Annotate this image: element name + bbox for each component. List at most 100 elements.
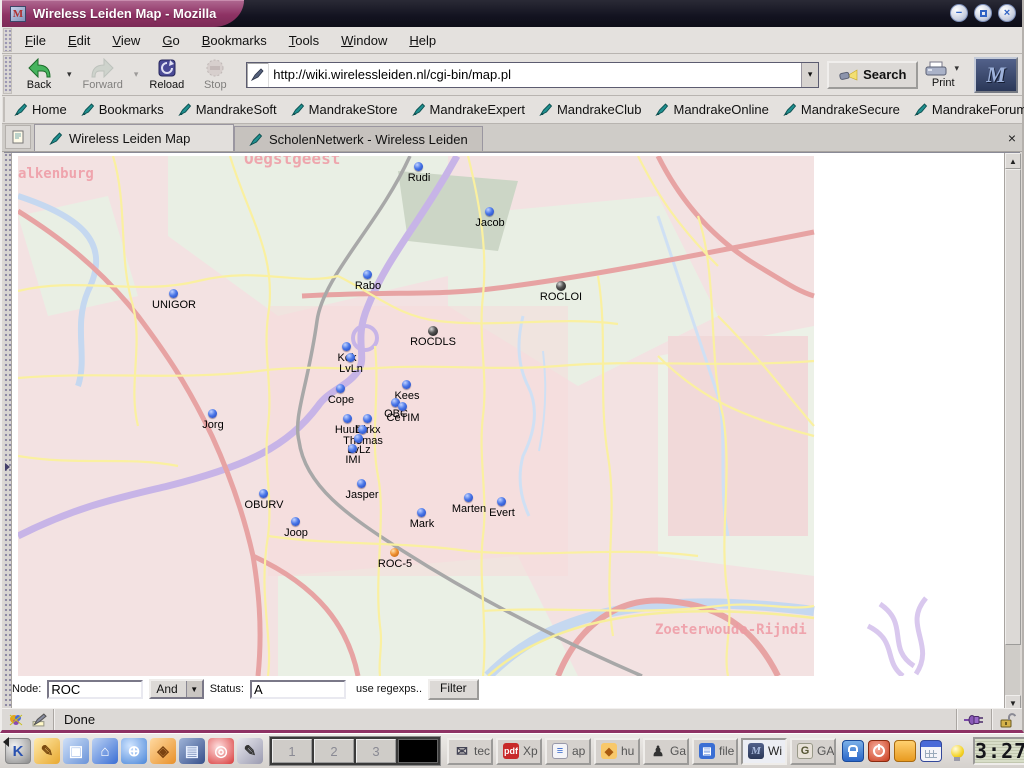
tray-icon-power[interactable] — [868, 740, 890, 762]
wireless-map[interactable]: alkenburgOegstgeestZoeterwoude-Rijndi Ru… — [18, 156, 1010, 676]
url-input[interactable] — [269, 63, 801, 87]
close-button[interactable]: × — [998, 4, 1016, 22]
bookmarks-grippy[interactable] — [3, 97, 5, 122]
clock[interactable]: 3:27 — [973, 737, 1024, 765]
component-star-icon[interactable] — [8, 712, 24, 728]
bookmark-item-bookmarks[interactable]: Bookmarks — [74, 99, 171, 120]
desktop-3[interactable]: 3 — [356, 739, 396, 763]
desktop-1[interactable]: 1 — [272, 739, 312, 763]
menu-item-view[interactable]: View — [101, 29, 151, 52]
taskbar: K✎▣⌂⊕◈▤◎✎ 123 ✉ tec pdf Xp ≡ ap ◆ hu — [0, 733, 1024, 768]
scroll-up-button[interactable]: ▲ — [1005, 153, 1021, 169]
maximize-button[interactable] — [974, 4, 992, 22]
launcher-home-folder[interactable]: ⌂ — [92, 738, 118, 764]
task-wi[interactable]: M Wi — [741, 738, 787, 765]
launcher-konqueror-globe[interactable]: ⊕ — [121, 738, 147, 764]
minimize-button[interactable]: − — [950, 4, 968, 22]
bookmark-pen-icon — [14, 103, 28, 116]
task-tec[interactable]: ✉ tec — [447, 738, 493, 765]
status-message: Done — [54, 712, 956, 727]
tab-wireless-leiden-map[interactable]: Wireless Leiden Map — [34, 124, 234, 151]
launcher-help[interactable]: ◎ — [208, 738, 234, 764]
bookmark-item-home[interactable]: Home — [7, 99, 74, 120]
navigation-toolbar: Back ▾ Forward ▾ Reload Stop ▾ — [2, 54, 1022, 96]
pen-favicon-icon — [251, 68, 264, 81]
task-buttons: ✉ tec pdf Xp ≡ ap ◆ hu ♟ Ga ▤ file — [447, 738, 836, 765]
task-ga[interactable]: G GA — [790, 738, 836, 765]
title-tab: M Wireless Leiden Map - Mozilla — [2, 0, 244, 27]
back-dropdown-caret[interactable]: ▾ — [64, 69, 75, 80]
desktop-2[interactable]: 2 — [314, 739, 354, 763]
task-xp[interactable]: pdf Xp — [496, 738, 542, 765]
menu-items: FileEditViewGoBookmarksToolsWindowHelp — [14, 29, 447, 52]
task-app-icon: ♟ — [650, 743, 666, 759]
filter-form: Node: And ▼ Status: use regexps.. Filter — [12, 677, 479, 701]
select-arrow-icon: ▼ — [186, 681, 202, 697]
toolbar-grippy[interactable] — [3, 55, 12, 94]
tray-icon-klipper[interactable] — [894, 740, 916, 762]
bookmark-item-mandrakestore[interactable]: MandrakeStore — [284, 99, 405, 120]
status-input[interactable] — [250, 680, 346, 699]
scrollbar-thumb[interactable] — [1005, 169, 1021, 645]
bookmark-item-mandrakeonline[interactable]: MandrakeOnline — [648, 99, 775, 120]
stop-button[interactable]: Stop — [192, 57, 238, 92]
tray-icon-organizer[interactable] — [920, 740, 942, 762]
tab-scholennetwerk-wireless-leiden[interactable]: ScholenNetwerk - Wireless Leiden — [234, 126, 483, 151]
task-file[interactable]: ▤ file — [692, 738, 738, 765]
bookmark-item-mandrakesecure[interactable]: MandrakeSecure — [776, 99, 907, 120]
tray-icon-lock[interactable] — [842, 740, 864, 762]
menu-item-tools[interactable]: Tools — [278, 29, 330, 52]
node-input[interactable] — [47, 680, 143, 699]
back-button[interactable]: Back — [16, 57, 62, 92]
launcher-desktop-settings[interactable]: ✎ — [34, 738, 60, 764]
bookmark-item-mandrakesoft[interactable]: MandrakeSoft — [171, 99, 284, 120]
node-dot-icon — [354, 434, 363, 443]
sidebar-splitter[interactable] — [4, 153, 12, 711]
menu-item-file[interactable]: File — [14, 29, 57, 52]
browser-content: alkenburgOegstgeestZoeterwoude-Rijndi Ru… — [4, 152, 1020, 711]
launcher-show-desktop[interactable]: ▣ — [63, 738, 89, 764]
filter-button[interactable]: Filter — [428, 679, 479, 700]
search-button[interactable]: Search — [827, 61, 918, 89]
task-ga[interactable]: ♟ Ga — [643, 738, 689, 765]
task-app-icon: ✉ — [454, 743, 470, 759]
operator-select[interactable]: And ▼ — [149, 679, 203, 699]
bookmark-item-mandrakeclub[interactable]: MandrakeClub — [532, 99, 649, 120]
task-hu[interactable]: ◆ hu — [594, 738, 640, 765]
status-bar: Done — [2, 708, 1022, 730]
bookmark-item-mandrakeexpert[interactable]: MandrakeExpert — [405, 99, 532, 120]
forward-dropdown-caret[interactable]: ▾ — [131, 69, 142, 80]
menubar-grippy[interactable] — [3, 28, 12, 52]
online-status[interactable] — [956, 709, 991, 730]
reload-button[interactable]: Reload — [143, 57, 190, 92]
tabs: Wireless Leiden Map ScholenNetwerk - Wir… — [34, 124, 483, 151]
mozilla-logo-button[interactable]: M — [974, 57, 1018, 93]
composer-pen-icon[interactable] — [31, 713, 47, 727]
new-tab-button[interactable] — [5, 125, 31, 149]
vertical-scrollbar[interactable]: ▲ ▼ — [1004, 153, 1020, 711]
menu-item-go[interactable]: Go — [151, 29, 190, 52]
menu-item-help[interactable]: Help — [398, 29, 447, 52]
task-ap[interactable]: ≡ ap — [545, 738, 591, 765]
launcher-display[interactable]: ▤ — [179, 738, 205, 764]
desktop[interactable] — [398, 739, 438, 763]
site-favicon[interactable] — [247, 63, 269, 87]
node-dot-icon — [357, 479, 366, 488]
bookmark-items: Home Bookmarks MandrakeSoft MandrakeStor… — [7, 99, 1024, 120]
mozilla-window-icon: M — [10, 6, 26, 22]
print-button[interactable]: ▾ Print — [920, 61, 966, 89]
flashlight-icon — [839, 67, 859, 83]
menu-item-window[interactable]: Window — [330, 29, 398, 52]
tray-icon-tip-bulb[interactable] — [946, 740, 968, 762]
menu-item-bookmarks[interactable]: Bookmarks — [191, 29, 278, 52]
url-dropdown-button[interactable]: ▾ — [801, 63, 818, 87]
security-status[interactable] — [991, 709, 1022, 730]
title-bar[interactable]: M Wireless Leiden Map - Mozilla − × — [2, 0, 1022, 27]
launcher-wallet[interactable]: ◈ — [150, 738, 176, 764]
launcher-devtools-pen[interactable]: ✎ — [237, 738, 263, 764]
print-dropdown-caret[interactable]: ▾ — [951, 63, 962, 74]
bookmark-item-mandrakeforum[interactable]: MandrakeForum — [907, 99, 1024, 120]
menu-item-edit[interactable]: Edit — [57, 29, 101, 52]
forward-button[interactable]: Forward — [77, 57, 129, 92]
close-tab-button[interactable]: × — [1002, 128, 1022, 148]
